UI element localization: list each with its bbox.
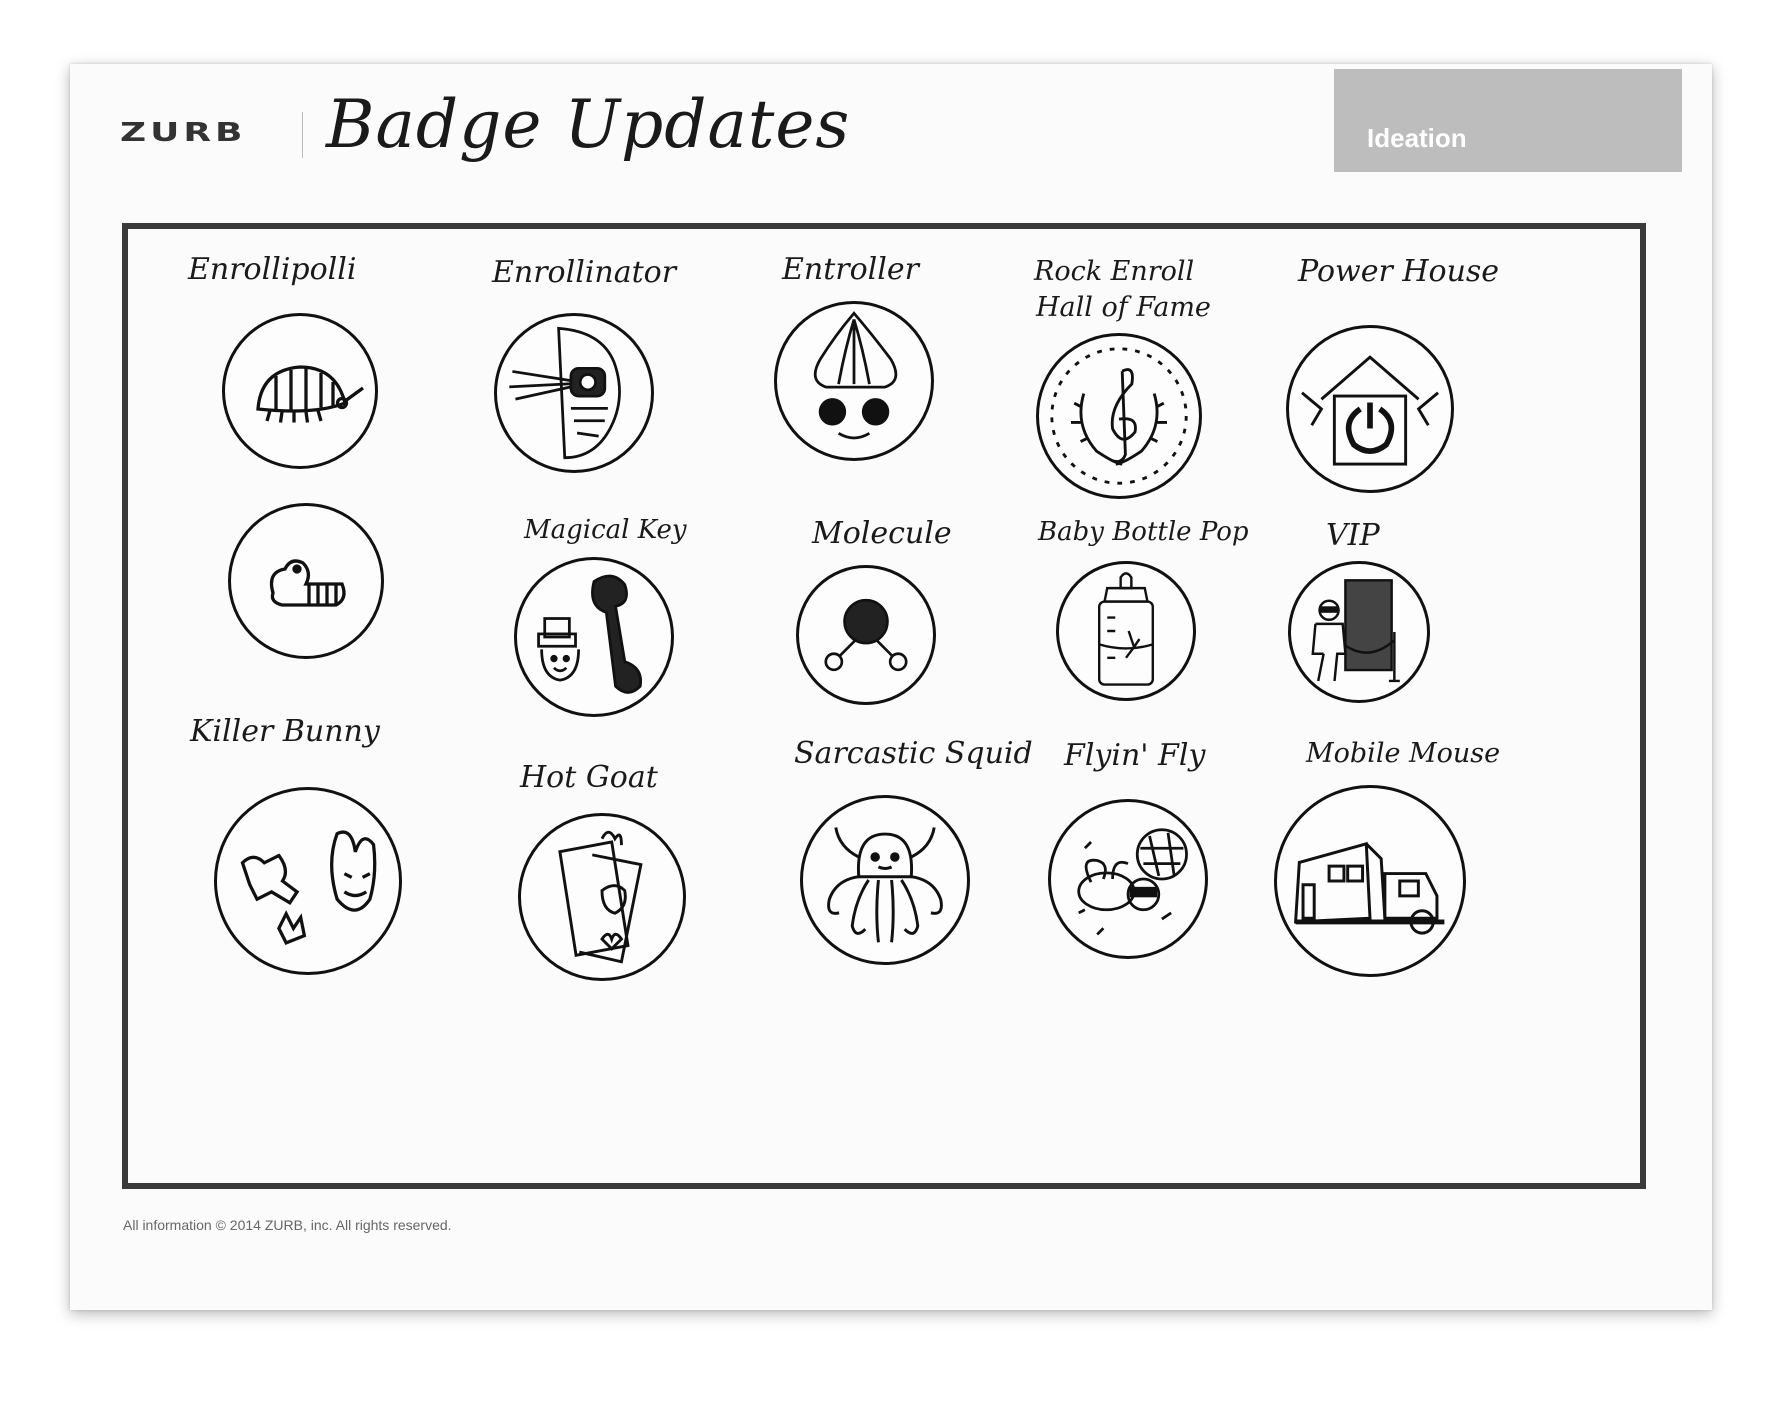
- fly-sunglasses-icon: [1048, 799, 1208, 959]
- cyborg-face-icon: [494, 313, 654, 473]
- badge-name-killer-bunny: Killer Bunny: [190, 714, 380, 749]
- badge-name-rock-enroll: Rock Enroll: [1034, 256, 1195, 287]
- baby-bottle-icon: [1056, 561, 1196, 701]
- badge-name-hot-goat: Hot Goat: [520, 760, 658, 795]
- copyright-footer: All information © 2014 ZURB, inc. All ri…: [123, 1217, 452, 1233]
- badge-name-flyin-fly: Flyin' Fly: [1064, 738, 1206, 773]
- badge-name-power-house: Power House: [1298, 254, 1500, 289]
- stage-label: Ideation: [1367, 123, 1467, 153]
- badge-name-enrollinator: Enrollinator: [492, 255, 677, 290]
- badge-name-vip: VIP: [1326, 518, 1380, 553]
- badge-board: Enrollipolli Killer Bunny Enrollinator M…: [122, 223, 1646, 1189]
- stage-tag: Ideation: [1334, 69, 1682, 172]
- goat-card-icon: [518, 813, 686, 981]
- molecule-icon: [796, 565, 936, 705]
- badge-name-molecule: Molecule: [812, 516, 952, 551]
- leprechaun-key-icon: [514, 557, 674, 717]
- vip-rope-icon: [1288, 561, 1430, 703]
- sketch-sheet: ZURB Badge Updates Ideation Enrollipolli…: [70, 64, 1712, 1310]
- badge-name-baby-bottle-pop: Baby Bottle Pop: [1038, 517, 1249, 547]
- treble-clef-laurel-icon: [1036, 333, 1202, 499]
- troll-face-icon: [774, 301, 934, 461]
- killer-bunny-icon: [214, 787, 402, 975]
- badge-name-sarcastic-squid: Sarcastic Squid: [794, 736, 1033, 771]
- badge-name-mobile-mouse: Mobile Mouse: [1306, 738, 1501, 769]
- zurb-logo: ZURB: [120, 118, 247, 148]
- badge-name-enrollipolli: Enrollipolli: [188, 252, 357, 287]
- pill-bug-icon: [222, 313, 378, 469]
- power-house-icon: [1286, 325, 1454, 493]
- mobile-house-truck-icon: [1274, 785, 1466, 977]
- octopus-icon: [800, 795, 970, 965]
- curled-bug-icon: [228, 503, 384, 659]
- page-title: Badge Updates: [326, 86, 851, 163]
- badge-name-hall-of-fame: Hall of Fame: [1036, 292, 1211, 323]
- badge-name-magical-key: Magical Key: [524, 515, 687, 545]
- logo-divider: [302, 112, 303, 158]
- badge-name-entroller: Entroller: [782, 252, 919, 287]
